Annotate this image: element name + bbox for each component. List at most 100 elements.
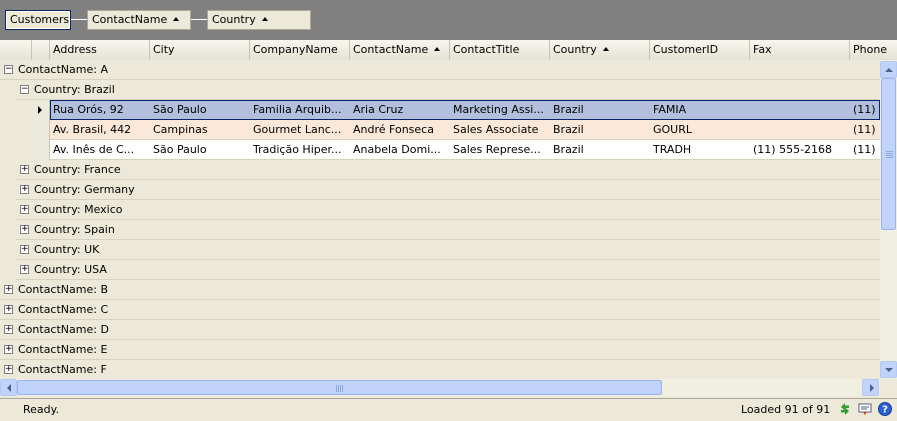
group-connector [71, 19, 88, 20]
group-by-panel[interactable]: Customers ContactName Country [0, 0, 897, 40]
cell-country[interactable]: Brazil [550, 140, 650, 160]
column-header-companyname[interactable]: CompanyName [250, 40, 350, 60]
cell-city[interactable]: São Paulo [150, 100, 250, 120]
column-header-city[interactable]: City [150, 40, 250, 60]
cell-contacttitle[interactable]: Sales Represe... [450, 140, 550, 160]
cell-fax[interactable] [750, 120, 850, 140]
cell-city[interactable]: São Paulo [150, 140, 250, 160]
column-header-contacttitle[interactable]: ContactTitle [450, 40, 550, 60]
group-row[interactable]: + Country: Germany [16, 180, 880, 200]
cell-address[interactable]: Av. Brasil, 442 [50, 120, 150, 140]
group-row[interactable]: + ContactName: B [0, 280, 880, 300]
expand-icon[interactable]: + [4, 345, 13, 354]
expand-icon[interactable]: + [20, 265, 29, 274]
expand-icon[interactable]: + [20, 185, 29, 194]
group-row[interactable]: + ContactName: F [0, 360, 880, 379]
sort-ascending-icon [173, 17, 180, 21]
cell-country[interactable]: Brazil [550, 120, 650, 140]
column-header-customerid[interactable]: CustomerID [650, 40, 750, 60]
scroll-down-button[interactable] [880, 361, 897, 378]
group-row-label: Country: UK [34, 243, 100, 256]
column-header-label: ContactTitle [453, 43, 520, 56]
group-row-label: Country: Mexico [34, 203, 123, 216]
table-row[interactable]: Av. Inês de C... São Paulo Tradição Hiper.… [0, 140, 880, 160]
arrow-down-icon [885, 368, 893, 372]
cell-fax[interactable]: (11) 555-2168 [750, 140, 850, 160]
cell-phone[interactable]: (11) [850, 140, 880, 160]
column-header-fax[interactable]: Fax [750, 40, 850, 60]
grid-body[interactable]: − ContactName: A − Country: Brazil Rua Orós,… [0, 60, 880, 379]
group-row[interactable]: + ContactName: E [0, 340, 880, 360]
cell-phone[interactable]: (11) [850, 120, 880, 140]
cell-city[interactable]: Campinas [150, 120, 250, 140]
table-row[interactable]: Rua Orós, 92 São Paulo Familia Arquib... Ar… [0, 100, 880, 120]
cell-contactname[interactable]: Aria Cruz [350, 100, 450, 120]
group-chip-customers[interactable]: Customers [5, 10, 71, 30]
group-row[interactable]: + ContactName: C [0, 300, 880, 320]
group-chip-contactname[interactable]: ContactName [87, 10, 191, 30]
collapse-icon[interactable]: − [4, 65, 13, 74]
cell-companyname[interactable]: Tradição Hiper... [250, 140, 350, 160]
expand-icon[interactable]: + [4, 285, 13, 294]
sort-ascending-icon [602, 47, 609, 51]
horizontal-scrollbar[interactable] [0, 379, 880, 396]
cell-customerid[interactable]: FAMIA [650, 100, 750, 120]
group-row[interactable]: + Country: USA [16, 260, 880, 280]
cell-contactname[interactable]: André Fonseca [350, 120, 450, 140]
group-row[interactable]: + Country: Spain [16, 220, 880, 240]
expand-icon[interactable]: + [20, 205, 29, 214]
horizontal-scroll-thumb[interactable] [17, 380, 662, 395]
arrow-right-icon [870, 384, 874, 392]
group-row[interactable]: − ContactName: A [0, 60, 880, 80]
cell-address[interactable]: Rua Orós, 92 [50, 100, 150, 120]
table-row[interactable]: Av. Brasil, 442 Campinas Gourmet Lanc... An… [0, 120, 880, 140]
cell-contacttitle[interactable]: Sales Associate [450, 120, 550, 140]
group-chip-label: ContactName [92, 13, 168, 26]
scroll-right-button[interactable] [862, 379, 879, 396]
cell-companyname[interactable]: Familia Arquib... [250, 100, 350, 120]
help-icon[interactable]: ? [878, 402, 892, 416]
data-grid[interactable]: Address City CompanyName ContactName Contact… [0, 40, 897, 396]
row-selector[interactable] [32, 140, 50, 160]
group-chip-country[interactable]: Country [207, 10, 311, 30]
cell-country[interactable]: Brazil [550, 100, 650, 120]
expand-icon[interactable]: + [20, 245, 29, 254]
group-row[interactable]: + Country: UK [16, 240, 880, 260]
cell-companyname[interactable]: Gourmet Lanc... [250, 120, 350, 140]
filter-icon[interactable] [858, 402, 872, 416]
cell-phone[interactable]: (11) [850, 100, 880, 120]
group-row-label: ContactName: E [18, 343, 108, 356]
refresh-icon[interactable] [838, 402, 852, 416]
group-row[interactable]: + ContactName: D [0, 320, 880, 340]
expand-icon[interactable]: + [4, 365, 13, 374]
group-indent [0, 140, 32, 160]
group-row[interactable]: + Country: France [16, 160, 880, 180]
expand-icon[interactable]: + [20, 165, 29, 174]
scroll-up-button[interactable] [880, 61, 897, 78]
scroll-left-button[interactable] [0, 379, 17, 396]
column-header-address[interactable]: Address [50, 40, 150, 60]
group-row-label: ContactName: F [18, 363, 107, 376]
vertical-scrollbar[interactable] [880, 60, 897, 379]
column-header-phone[interactable]: Phone [850, 40, 897, 60]
cell-fax[interactable] [750, 100, 850, 120]
cell-customerid[interactable]: GOURL [650, 120, 750, 140]
group-row[interactable]: + Country: Mexico [16, 200, 880, 220]
cell-address[interactable]: Av. Inês de C... [50, 140, 150, 160]
expand-icon[interactable]: + [4, 325, 13, 334]
cell-customerid[interactable]: TRADH [650, 140, 750, 160]
collapse-icon[interactable]: − [20, 85, 29, 94]
column-header-label: Address [53, 43, 97, 56]
column-header-label: CustomerID [653, 43, 719, 56]
row-selector[interactable] [32, 120, 50, 140]
vertical-scroll-thumb[interactable] [881, 78, 896, 230]
expand-icon[interactable]: + [20, 225, 29, 234]
cell-contacttitle[interactable]: Marketing Assi... [450, 100, 550, 120]
column-header-contactname[interactable]: ContactName [350, 40, 450, 60]
group-row[interactable]: − Country: Brazil [16, 80, 880, 100]
expand-icon[interactable]: + [4, 305, 13, 314]
group-chip-label: Customers [10, 13, 70, 26]
cell-contactname[interactable]: Anabela Domi... [350, 140, 450, 160]
status-text: Ready. [23, 403, 60, 416]
column-header-country[interactable]: Country [550, 40, 650, 60]
